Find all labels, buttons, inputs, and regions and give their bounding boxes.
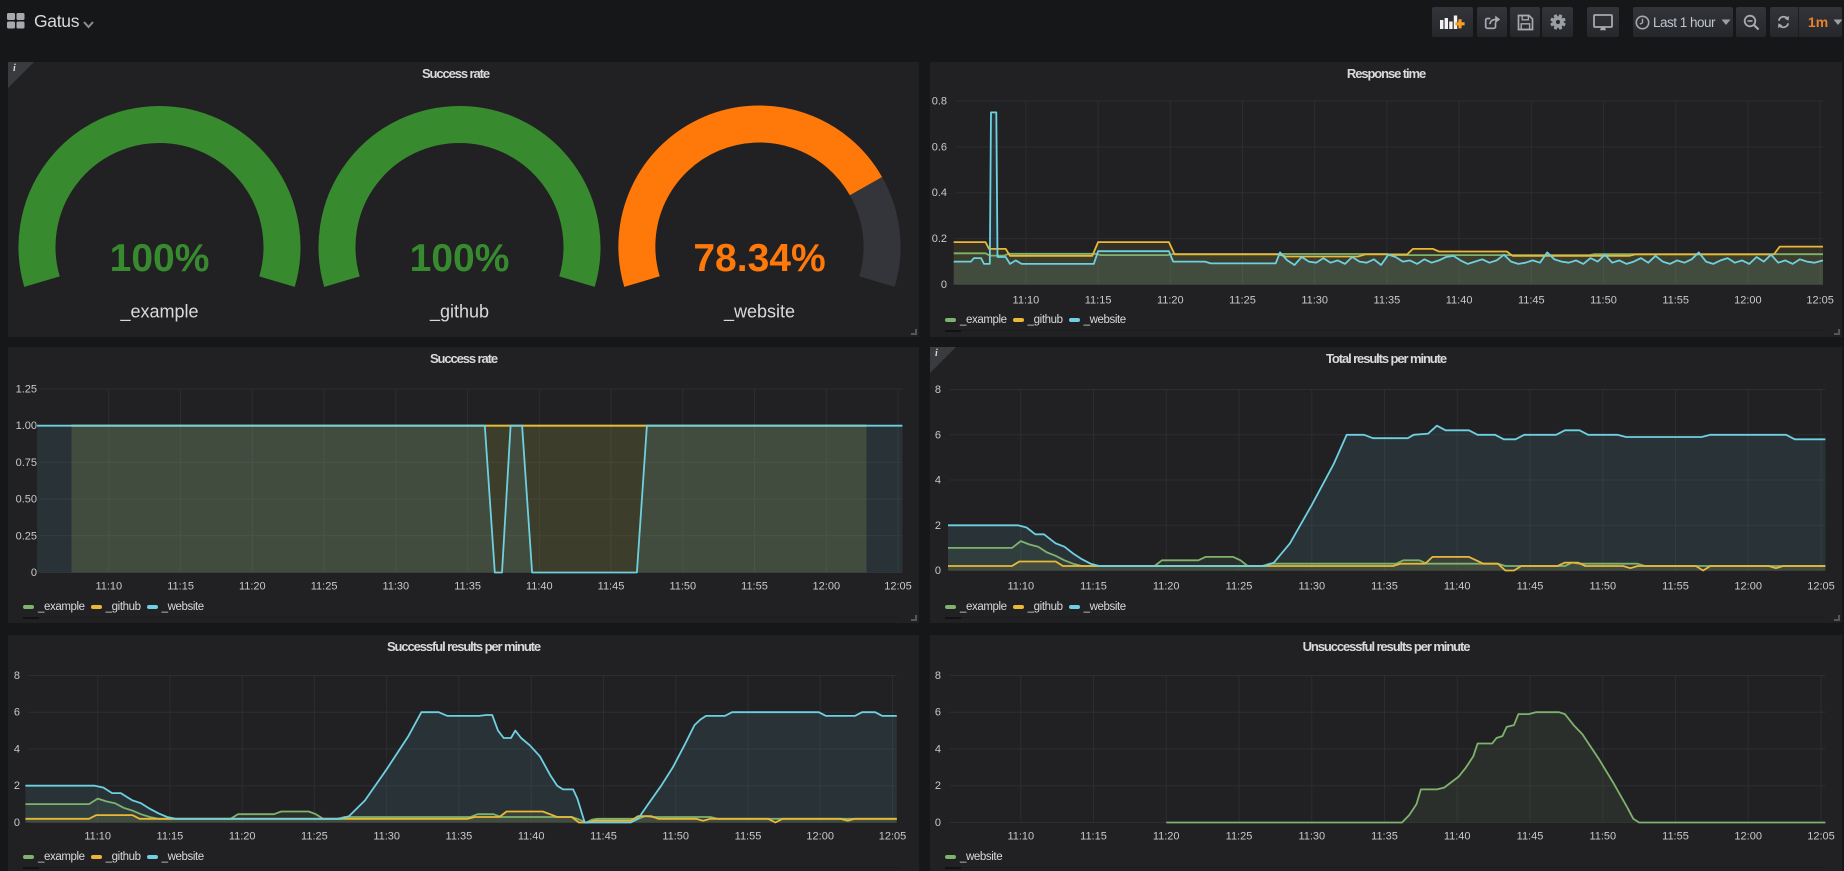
svg-text:4: 4 bbox=[14, 744, 20, 756]
svg-text:11:35: 11:35 bbox=[446, 831, 473, 843]
svg-text:11:25: 11:25 bbox=[311, 581, 338, 593]
svg-text:0: 0 bbox=[14, 817, 20, 829]
svg-text:12:00: 12:00 bbox=[1734, 581, 1762, 593]
svg-text:11:55: 11:55 bbox=[1662, 295, 1689, 307]
svg-text:11:40: 11:40 bbox=[526, 581, 553, 593]
svg-text:0.6: 0.6 bbox=[932, 141, 947, 153]
svg-text:12:00: 12:00 bbox=[813, 581, 841, 593]
svg-text:11:50: 11:50 bbox=[1589, 581, 1616, 593]
svg-text:11:35: 11:35 bbox=[1374, 295, 1401, 307]
svg-text:11:10: 11:10 bbox=[1013, 295, 1040, 307]
svg-text:11:55: 11:55 bbox=[1662, 581, 1689, 593]
svg-text:11:50: 11:50 bbox=[1589, 831, 1616, 843]
svg-text:11:40: 11:40 bbox=[1444, 831, 1471, 843]
svg-text:11:10: 11:10 bbox=[95, 581, 122, 593]
svg-text:11:20: 11:20 bbox=[229, 831, 256, 843]
svg-text:12:05: 12:05 bbox=[1807, 831, 1835, 843]
svg-text:11:30: 11:30 bbox=[373, 831, 400, 843]
svg-text:12:05: 12:05 bbox=[1806, 295, 1834, 307]
svg-text:11:20: 11:20 bbox=[1153, 831, 1180, 843]
svg-text:12:05: 12:05 bbox=[879, 831, 907, 843]
svg-text:8: 8 bbox=[935, 670, 941, 682]
svg-text:0: 0 bbox=[941, 279, 947, 291]
svg-text:0: 0 bbox=[935, 817, 941, 829]
svg-text:11:45: 11:45 bbox=[1517, 831, 1544, 843]
svg-text:11:40: 11:40 bbox=[1446, 295, 1473, 307]
svg-text:11:45: 11:45 bbox=[598, 581, 625, 593]
svg-text:11:50: 11:50 bbox=[1590, 295, 1617, 307]
svg-text:2: 2 bbox=[935, 520, 941, 532]
svg-text:11:45: 11:45 bbox=[590, 831, 617, 843]
svg-text:0.75: 0.75 bbox=[16, 457, 37, 469]
svg-text:11:25: 11:25 bbox=[1226, 831, 1253, 843]
svg-text:11:15: 11:15 bbox=[1080, 581, 1107, 593]
svg-text:11:25: 11:25 bbox=[1229, 295, 1256, 307]
svg-text:2: 2 bbox=[935, 780, 941, 792]
svg-text:11:20: 11:20 bbox=[1157, 295, 1184, 307]
svg-text:100%: 100% bbox=[410, 237, 510, 280]
svg-text:4: 4 bbox=[935, 744, 941, 756]
svg-text:0.4: 0.4 bbox=[932, 187, 947, 199]
svg-text:1.00: 1.00 bbox=[16, 420, 37, 432]
svg-text:8: 8 bbox=[14, 670, 20, 682]
svg-text:0: 0 bbox=[935, 565, 941, 577]
svg-text:6: 6 bbox=[935, 429, 941, 441]
svg-text:11:10: 11:10 bbox=[1007, 831, 1034, 843]
svg-text:11:15: 11:15 bbox=[167, 581, 194, 593]
svg-text:78.34%: 78.34% bbox=[693, 237, 825, 280]
svg-text:11:30: 11:30 bbox=[1298, 831, 1325, 843]
svg-text:11:25: 11:25 bbox=[301, 831, 328, 843]
svg-text:8: 8 bbox=[935, 384, 941, 396]
svg-text:11:15: 11:15 bbox=[1085, 295, 1112, 307]
svg-text:12:05: 12:05 bbox=[1807, 581, 1835, 593]
svg-text:11:30: 11:30 bbox=[1298, 581, 1325, 593]
svg-text:11:45: 11:45 bbox=[1518, 295, 1545, 307]
svg-text:11:35: 11:35 bbox=[454, 581, 481, 593]
svg-text:11:35: 11:35 bbox=[1371, 581, 1398, 593]
svg-text:11:15: 11:15 bbox=[1080, 831, 1107, 843]
svg-text:11:50: 11:50 bbox=[662, 831, 689, 843]
svg-text:6: 6 bbox=[935, 707, 941, 719]
svg-text:11:40: 11:40 bbox=[518, 831, 545, 843]
svg-text:11:40: 11:40 bbox=[1444, 581, 1471, 593]
svg-text:11:10: 11:10 bbox=[1007, 581, 1034, 593]
svg-text:2: 2 bbox=[14, 780, 20, 792]
svg-text:0.25: 0.25 bbox=[16, 530, 37, 542]
svg-text:0.8: 0.8 bbox=[932, 96, 947, 108]
svg-text:12:00: 12:00 bbox=[1734, 295, 1762, 307]
svg-text:11:20: 11:20 bbox=[239, 581, 266, 593]
svg-text:11:55: 11:55 bbox=[741, 581, 768, 593]
svg-text:12:00: 12:00 bbox=[1734, 831, 1762, 843]
svg-text:11:10: 11:10 bbox=[84, 831, 111, 843]
svg-text:11:35: 11:35 bbox=[1371, 831, 1398, 843]
svg-text:11:55: 11:55 bbox=[1662, 831, 1689, 843]
svg-text:4: 4 bbox=[935, 475, 941, 487]
svg-text:11:25: 11:25 bbox=[1226, 581, 1253, 593]
svg-text:11:55: 11:55 bbox=[735, 831, 762, 843]
svg-text:1.25: 1.25 bbox=[16, 384, 37, 396]
svg-text:11:30: 11:30 bbox=[1301, 295, 1328, 307]
svg-text:12:00: 12:00 bbox=[806, 831, 834, 843]
svg-text:0.2: 0.2 bbox=[932, 233, 947, 245]
svg-text:_example: _example bbox=[119, 301, 198, 322]
svg-text:11:50: 11:50 bbox=[669, 581, 696, 593]
svg-text:100%: 100% bbox=[110, 237, 210, 280]
svg-text:0: 0 bbox=[31, 567, 37, 579]
svg-text:11:45: 11:45 bbox=[1517, 581, 1544, 593]
svg-text:11:15: 11:15 bbox=[157, 831, 184, 843]
svg-text:11:20: 11:20 bbox=[1153, 581, 1180, 593]
svg-text:12:05: 12:05 bbox=[884, 581, 912, 593]
svg-text:_github: _github bbox=[429, 301, 489, 322]
svg-text:11:30: 11:30 bbox=[382, 581, 409, 593]
svg-text:0.50: 0.50 bbox=[16, 494, 37, 506]
svg-text:_website: _website bbox=[723, 301, 795, 322]
svg-text:6: 6 bbox=[14, 707, 20, 719]
